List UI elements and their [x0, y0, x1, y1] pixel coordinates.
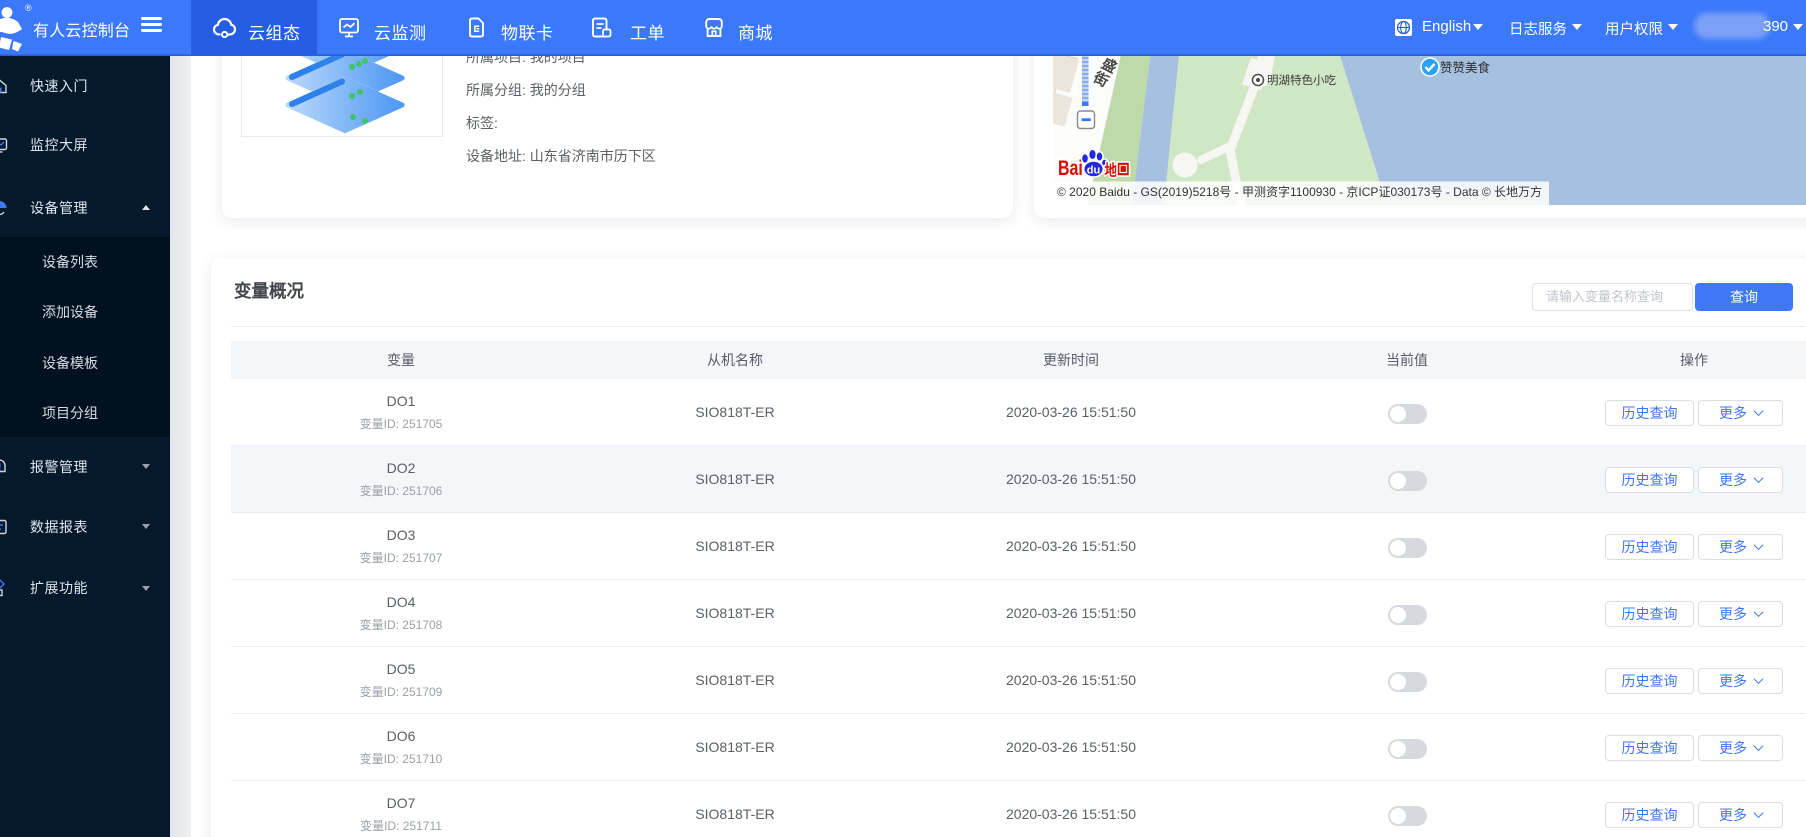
- svg-text:赞赞美食: 赞赞美食: [1440, 60, 1491, 75]
- svg-text:© 2020 Baidu - GS(2019)5218号 -: © 2020 Baidu - GS(2019)5218号 - 甲测资字11009…: [1057, 184, 1542, 199]
- svg-text:明湖特色小吃: 明湖特色小吃: [1267, 73, 1336, 87]
- svg-text:地: 地: [1105, 161, 1118, 180]
- svg-text:Bai: Bai: [1058, 156, 1083, 180]
- svg-text:du: du: [1087, 165, 1100, 177]
